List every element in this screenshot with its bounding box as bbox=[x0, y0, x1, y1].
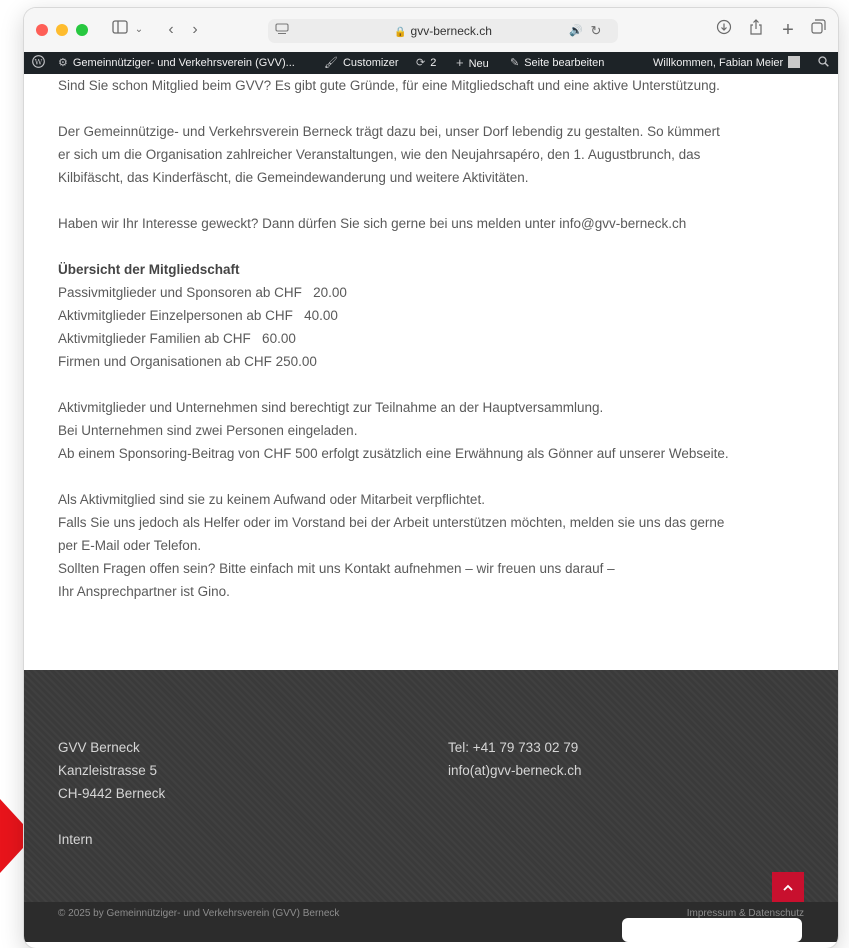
wp-admin-bar: W ⚙ Gemeinnütziger- und Verkehrsverein (G… bbox=[24, 52, 838, 74]
footer-street: Kanzleistrasse 5 bbox=[58, 763, 158, 778]
plus-icon: + bbox=[456, 55, 464, 70]
tabs-icon[interactable] bbox=[808, 19, 828, 41]
download-icon[interactable] bbox=[714, 19, 734, 41]
admin-customizer-label: Customizer bbox=[342, 57, 399, 69]
admin-new-label: Neu bbox=[468, 58, 489, 70]
active-line-4: Sollten Fragen offen sein? Bitte einfach… bbox=[58, 561, 615, 576]
about-line-3: Kilbifäscht, das Kinderfäscht, die Gemei… bbox=[58, 170, 529, 185]
updates-icon: ⟳ bbox=[416, 57, 426, 69]
browser-toolbar: ⌄ ‹ › 🔒 gvv-berneck.ch 🔊 ↻ + bbox=[24, 8, 838, 53]
admin-site-name: Gemeinnütziger- und Verkehrsverein (GVV)… bbox=[72, 57, 295, 69]
about-line-1: Der Gemeinnützige- und Verkehrsverein Be… bbox=[58, 124, 720, 139]
url-text: gvv-berneck.ch bbox=[410, 24, 492, 38]
rights-line-1: Aktivmitglieder und Unternehmen sind ber… bbox=[58, 400, 604, 415]
admin-welcome-text: Willkommen, Fabian Meier bbox=[653, 57, 784, 69]
chevron-left-icon[interactable]: ‹ bbox=[162, 19, 180, 41]
active-line-3: per E-Mail oder Telefon. bbox=[58, 538, 202, 553]
rights-line-3: Ab einem Sponsoring-Beitrag von CHF 500 … bbox=[58, 446, 729, 461]
about-line-2: er sich um die Organisation zahlreicher … bbox=[58, 147, 701, 162]
admin-site-link[interactable]: ⚙ Gemeinnütziger- und Verkehrsverein (GVV… bbox=[58, 52, 295, 74]
rights-line-2: Bei Unternehmen sind zwei Personen einge… bbox=[58, 423, 358, 438]
sidebar-icon[interactable] bbox=[110, 19, 130, 41]
active-line-5: Ihr Ansprechpartner ist Gino. bbox=[58, 584, 230, 599]
intro-paragraph: Sind Sie schon Mitglied beim GVV? Es gib… bbox=[58, 78, 720, 93]
admin-new-link[interactable]: + Neu bbox=[456, 52, 489, 75]
active-line-1: Als Aktivmitglied sind sie zu keinem Auf… bbox=[58, 492, 485, 507]
zoom-window-button[interactable] bbox=[76, 24, 88, 36]
copyright-text: © 2025 by Gemeinnütziger- und Verkehrsve… bbox=[58, 908, 340, 919]
active-line-2: Falls Sie uns jedoch als Helfer oder im … bbox=[58, 515, 725, 530]
membership-item: Passivmitglieder und Sponsoren ab CHF 20… bbox=[58, 285, 347, 300]
footer-bottom-bar: © 2025 by Gemeinnütziger- und Verkehrsve… bbox=[24, 902, 838, 942]
overlay-panel[interactable] bbox=[622, 918, 802, 942]
reload-icon[interactable]: ↻ bbox=[588, 20, 604, 42]
membership-heading: Übersicht der Mitgliedschaft bbox=[58, 262, 240, 277]
browser-window: ⌄ ‹ › 🔒 gvv-berneck.ch 🔊 ↻ + W ⚙ Gemeinnüt… bbox=[24, 8, 838, 948]
membership-item: Firmen und Organisationen ab CHF 250.00 bbox=[58, 354, 317, 369]
minimize-window-button[interactable] bbox=[56, 24, 68, 36]
admin-edit-page-label: Seite bearbeiten bbox=[524, 57, 605, 69]
contact-paragraph: Haben wir Ihr Interesse geweckt? Dann dü… bbox=[58, 216, 687, 231]
address-url: 🔒 gvv-berneck.ch bbox=[268, 19, 618, 45]
footer-tel: Tel: +41 79 733 02 79 bbox=[448, 740, 579, 755]
footer-intern-link[interactable]: Intern bbox=[58, 828, 165, 851]
chevron-up-icon bbox=[783, 884, 793, 891]
membership-item: Aktivmitglieder Familien ab CHF 60.00 bbox=[58, 331, 296, 346]
footer-contact: Tel: +41 79 733 02 79 info(at)gvv-bernec… bbox=[448, 736, 582, 782]
brush-icon: 🖌 bbox=[324, 57, 338, 69]
share-icon[interactable] bbox=[746, 19, 766, 41]
footer-email: info(at)gvv-berneck.ch bbox=[448, 763, 582, 778]
search-icon[interactable] bbox=[818, 52, 829, 74]
chevron-down-icon[interactable]: ⌄ bbox=[132, 19, 146, 41]
admin-updates-link[interactable]: ⟳ 2 bbox=[416, 52, 436, 74]
pencil-icon: ✎ bbox=[510, 57, 520, 69]
lock-icon: 🔒 bbox=[394, 27, 407, 38]
dashboard-icon: ⚙ bbox=[58, 57, 68, 69]
footer-org: GVV Berneck bbox=[58, 740, 140, 755]
admin-customizer-link[interactable]: 🖌 Customizer bbox=[324, 52, 399, 74]
site-footer: GVV Berneck Kanzleistrasse 5 CH-9442 Ber… bbox=[24, 670, 838, 902]
avatar bbox=[788, 56, 801, 68]
admin-edit-page-link[interactable]: ✎ Seite bearbeiten bbox=[510, 52, 604, 74]
admin-account-link[interactable]: Willkommen, Fabian Meier bbox=[653, 52, 801, 74]
speaker-icon[interactable]: 🔊 bbox=[568, 20, 584, 42]
close-window-button[interactable] bbox=[36, 24, 48, 36]
page-content: Sind Sie schon Mitglied beim GVV? Es gib… bbox=[58, 74, 818, 603]
plus-icon[interactable]: + bbox=[778, 19, 798, 41]
wordpress-logo-icon[interactable]: W bbox=[32, 52, 45, 74]
address-bar[interactable]: 🔒 gvv-berneck.ch 🔊 ↻ bbox=[268, 19, 618, 43]
scroll-to-top-button[interactable] bbox=[772, 872, 804, 902]
footer-address: GVV Berneck Kanzleistrasse 5 CH-9442 Ber… bbox=[58, 736, 165, 851]
chevron-right-icon[interactable]: › bbox=[186, 19, 204, 41]
footer-city: CH-9442 Berneck bbox=[58, 786, 166, 801]
membership-item: Aktivmitglieder Einzelpersonen ab CHF 40… bbox=[58, 308, 338, 323]
admin-updates-count: 2 bbox=[430, 57, 437, 69]
svg-text:W: W bbox=[35, 57, 43, 66]
